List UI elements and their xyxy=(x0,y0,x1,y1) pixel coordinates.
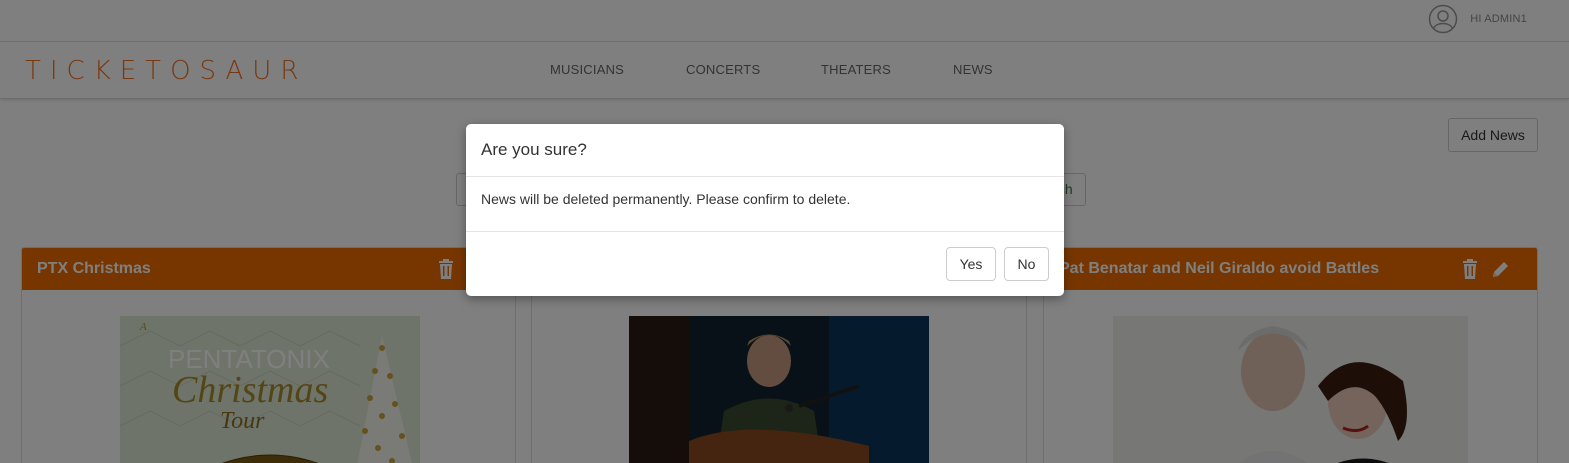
yes-button[interactable]: Yes xyxy=(946,247,996,281)
dialog-title: Are you sure? xyxy=(481,140,587,159)
no-button[interactable]: No xyxy=(1004,247,1049,281)
divider xyxy=(466,231,1064,232)
confirm-delete-dialog: Are you sure? News will be deleted perma… xyxy=(466,124,1064,296)
dialog-message: News will be deleted permanently. Please… xyxy=(481,191,851,207)
divider xyxy=(466,176,1064,177)
